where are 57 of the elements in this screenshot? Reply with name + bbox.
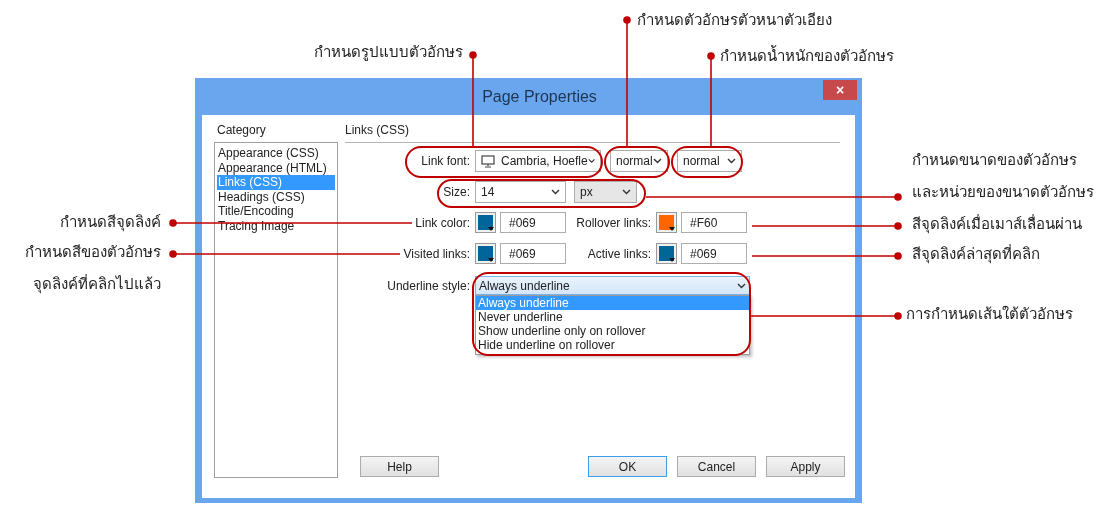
category-item[interactable]: Appearance (HTML) xyxy=(217,160,335,175)
color-swatch[interactable] xyxy=(475,243,496,264)
caret-icon xyxy=(587,158,595,164)
color-field[interactable]: #069 xyxy=(500,243,566,264)
callout-text: กำหนดสีของตัวอักษร จุดลิงค์ที่คลิกไปแล้ว xyxy=(25,242,161,296)
monitor-icon xyxy=(481,154,495,168)
close-button[interactable]: × xyxy=(823,80,857,100)
field-label: Link font: xyxy=(421,154,470,168)
callout-text: กำหนดรูปแบบตัวอักษร xyxy=(314,42,463,63)
highlight-outline xyxy=(671,146,743,178)
dialog-button[interactable]: OK xyxy=(588,456,667,477)
underline-style-dropdown[interactable]: Always underline xyxy=(475,276,750,295)
color-swatch[interactable] xyxy=(475,212,496,233)
dropdown-arrow-icon xyxy=(488,258,494,262)
field-label: Underline style: xyxy=(387,278,470,293)
dropdown-option[interactable]: Show underline only on rollover xyxy=(476,324,749,338)
category-item[interactable]: Appearance (CSS) xyxy=(217,146,335,161)
dropdown-arrow-icon xyxy=(669,258,675,262)
color-swatch[interactable] xyxy=(656,243,677,264)
caret-icon xyxy=(622,189,631,195)
caret-icon xyxy=(551,189,560,195)
callout-text: กำหนดน้ำหนักของตัวอักษร xyxy=(720,44,894,67)
color-field[interactable]: #069 xyxy=(500,212,566,233)
color-field[interactable]: #069 xyxy=(681,243,747,264)
font-weight-select[interactable]: normal xyxy=(677,150,742,172)
category-item[interactable]: Headings (CSS) xyxy=(217,189,335,204)
dropdown-option[interactable]: Hide underline on rollover xyxy=(476,338,749,352)
dropdown-arrow-icon xyxy=(669,227,675,231)
field-label: Link color: xyxy=(415,215,470,230)
dialog-button[interactable]: Cancel xyxy=(677,456,756,477)
caret-icon xyxy=(653,158,662,164)
size-select[interactable]: 14 xyxy=(475,181,566,203)
callout-text: การกำหนดเส้นใต้ตัวอักษร xyxy=(906,304,1073,325)
dropdown-option[interactable]: Never underline xyxy=(476,310,749,324)
field-label: Size: xyxy=(443,185,470,199)
dialog-button[interactable]: Help xyxy=(360,456,439,477)
callout-text: สีจุดลิงค์เมื่อเมาส์เลื่อนผ่าน xyxy=(912,213,1082,236)
callout-text: กำหนดขนาดของตัวอักษร และหน่วยของขนาดตัวอักษร xyxy=(912,150,1094,203)
category-label: Category xyxy=(216,122,267,138)
font-select[interactable]: Cambria, Hoefle xyxy=(475,150,601,172)
category-item[interactable]: Title/Encoding xyxy=(217,204,335,219)
callout-text: กำหนดสีจุดลิงค์ xyxy=(60,212,161,234)
dropdown-arrow-icon xyxy=(488,227,494,231)
dialog-button[interactable]: Apply xyxy=(766,456,845,477)
window-title: Page Properties xyxy=(482,87,597,107)
field-label: Rollover links: xyxy=(576,215,651,230)
caret-icon xyxy=(727,158,736,164)
callout-text: กำหนดตัวอักษรตัวหนาตัวเอียง xyxy=(637,10,832,31)
callout-text: สีจุดลิงค์ล่าสุดที่คลิก xyxy=(912,243,1040,266)
color-field[interactable]: #F60 xyxy=(681,212,747,233)
section-title: Links (CSS) xyxy=(345,122,409,138)
field-label: Visited links: xyxy=(403,246,470,261)
field-label: Active links: xyxy=(587,246,651,261)
color-swatch[interactable] xyxy=(656,212,677,233)
caret-icon xyxy=(737,282,746,289)
unit-select[interactable]: px xyxy=(574,181,637,203)
font-style-select[interactable]: normal xyxy=(610,150,668,172)
